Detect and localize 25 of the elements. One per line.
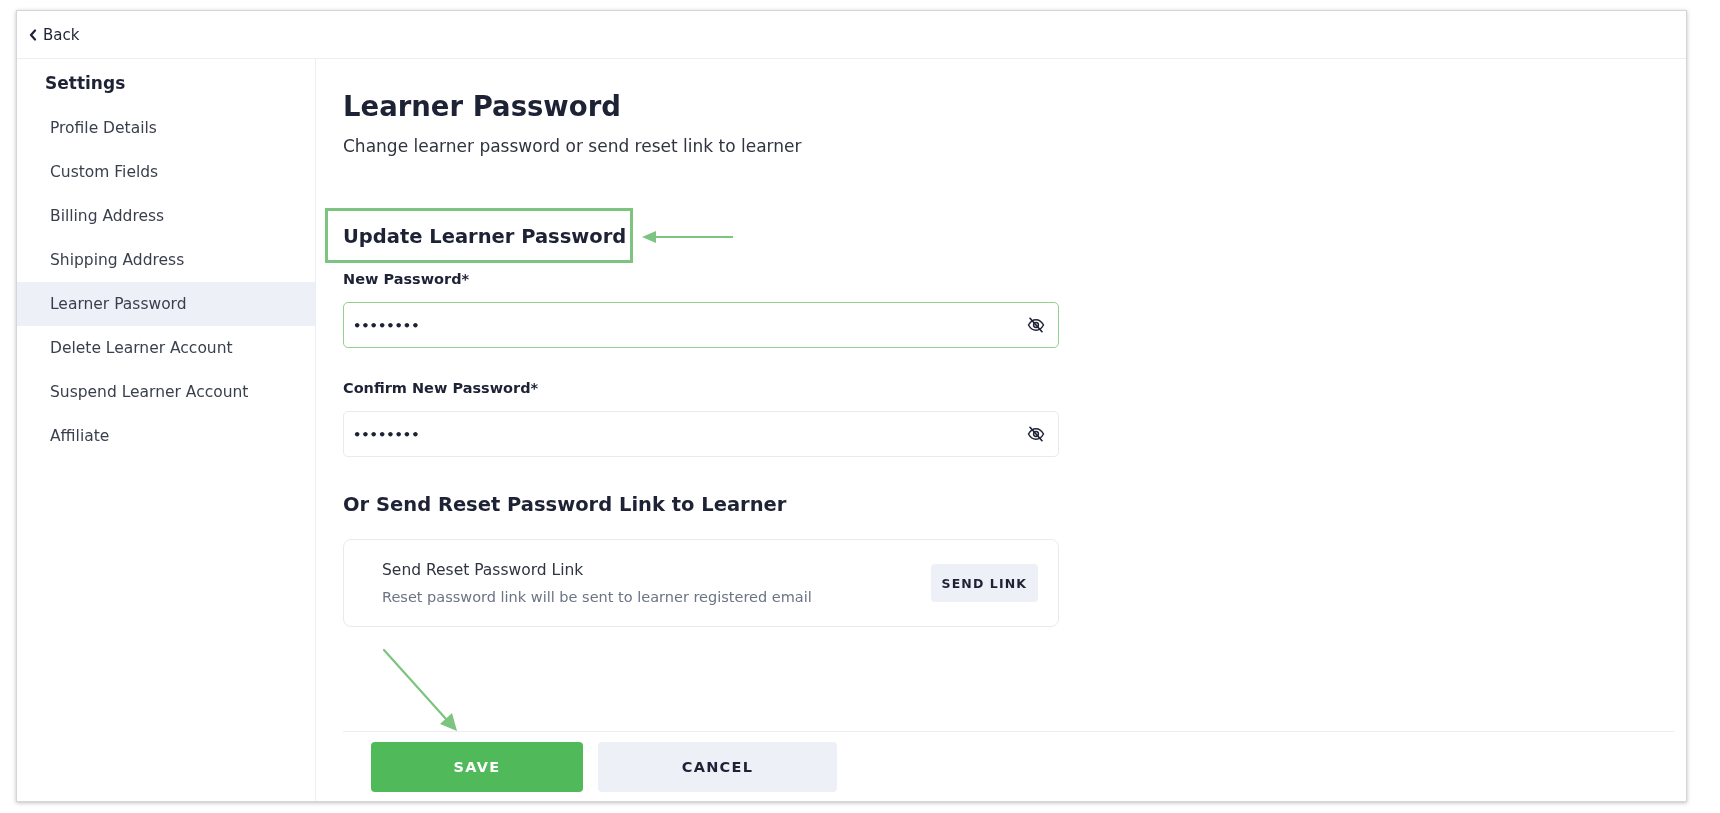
- sidebar-title: Settings: [45, 72, 126, 95]
- section-heading: Update Learner Password: [343, 224, 627, 250]
- sidebar-item[interactable]: Billing Address: [17, 194, 315, 238]
- sidebar-item[interactable]: Delete Learner Account: [17, 326, 315, 370]
- sidebar-item[interactable]: Custom Fields: [17, 150, 315, 194]
- eye-slash-icon[interactable]: [1027, 316, 1045, 334]
- card-description: Reset password link will be sent to learner registered email: [382, 587, 812, 607]
- sidebar-item[interactable]: Shipping Address: [17, 238, 315, 282]
- section-heading: Or Send Reset Password Link to Learner: [343, 492, 787, 518]
- cancel-button[interactable]: CANCEL: [598, 742, 837, 792]
- chevron-left-icon: [29, 28, 37, 41]
- sidebar-item[interactable]: Profile Details: [17, 106, 315, 150]
- back-link[interactable]: Back: [29, 25, 80, 44]
- sidebar-item[interactable]: Suspend Learner Account: [17, 370, 315, 414]
- send-link-button[interactable]: SEND LINK: [930, 564, 1038, 602]
- eye-slash-icon[interactable]: [1027, 425, 1045, 443]
- field-label: Confirm New Password*: [343, 379, 539, 398]
- page-title: Learner Password: [343, 89, 621, 124]
- password-field[interactable]: ••••••••: [343, 411, 1059, 457]
- field-label: New Password*: [343, 270, 470, 289]
- sidebar-item[interactable]: Learner Password: [17, 282, 315, 326]
- sidebar-item[interactable]: Affiliate: [17, 414, 315, 458]
- password-field[interactable]: ••••••••: [343, 302, 1059, 348]
- page-subtitle: Change learner password or send reset link to learner: [343, 135, 802, 158]
- card-title: Send Reset Password Link: [382, 559, 584, 581]
